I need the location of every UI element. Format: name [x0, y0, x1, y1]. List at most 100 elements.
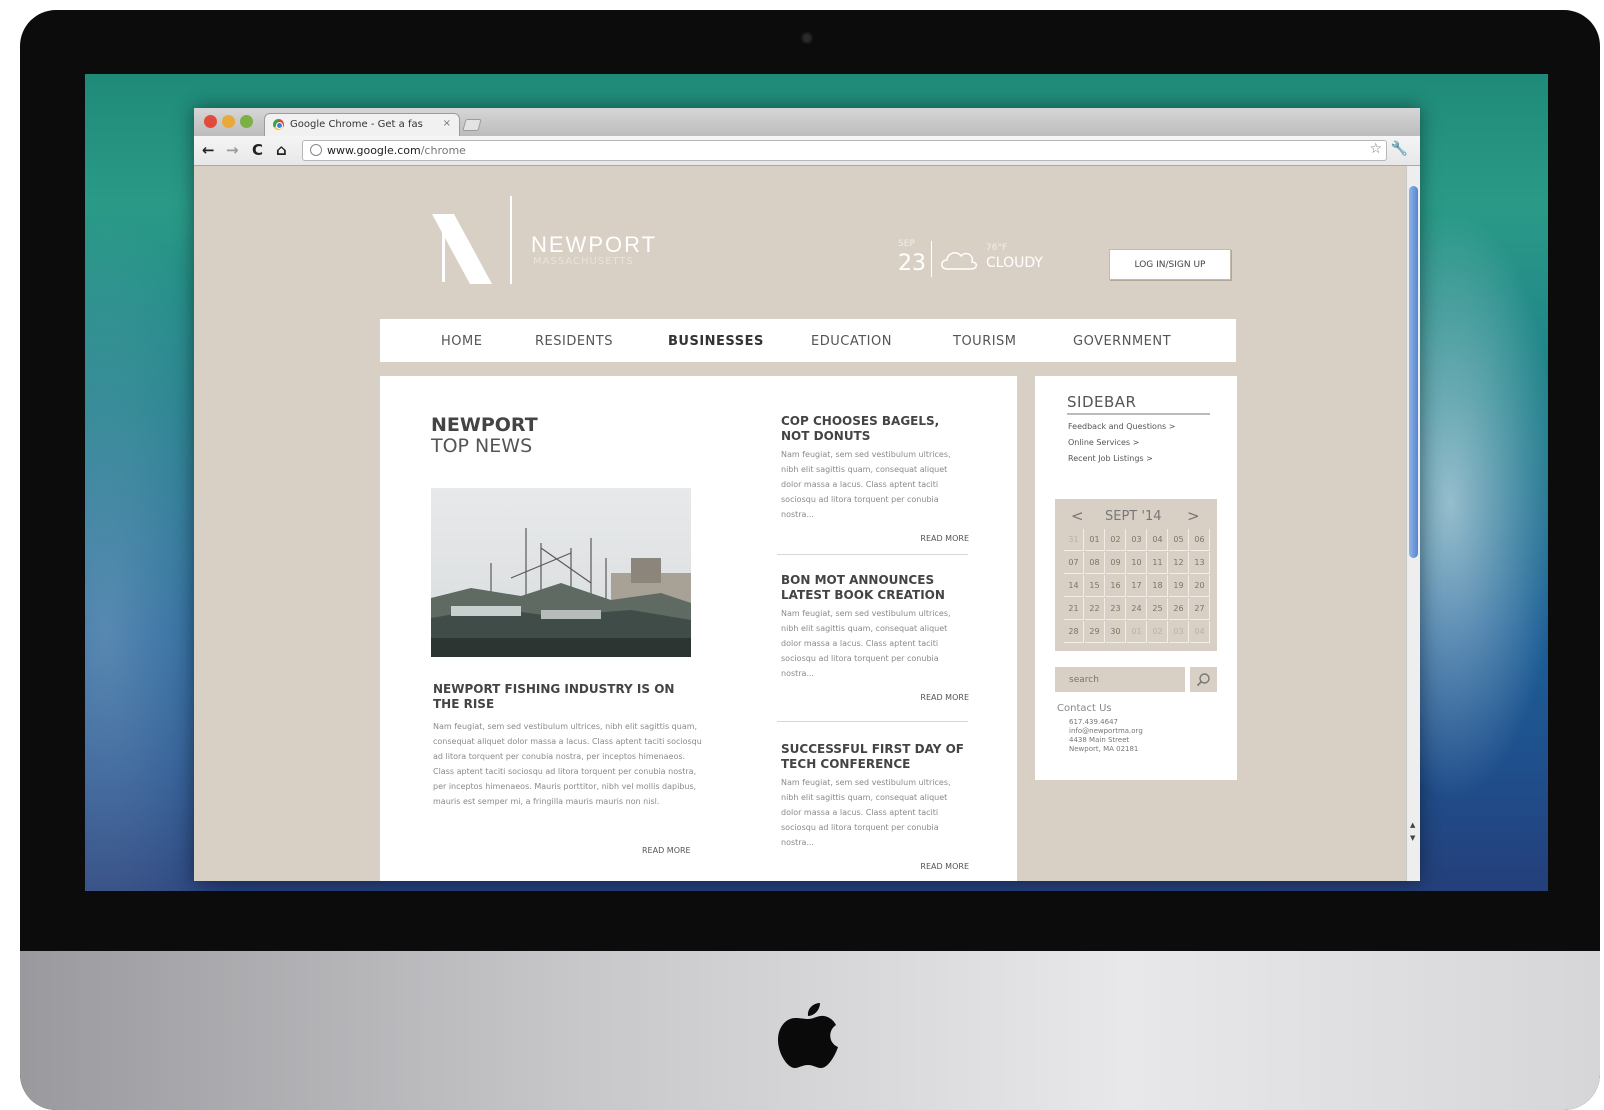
- sidebar-divider: [1067, 413, 1210, 415]
- nav-home[interactable]: HOME: [441, 334, 482, 349]
- calendar-day[interactable]: 18: [1148, 575, 1168, 597]
- sidebar-link-online-services[interactable]: Online Services >: [1068, 438, 1139, 447]
- site-subtitle: MASSACHUSETTS: [533, 256, 634, 267]
- calendar-day[interactable]: 17: [1127, 575, 1147, 597]
- url-path: /chrome: [420, 144, 466, 157]
- story-read-more-link[interactable]: READ MORE: [920, 534, 969, 543]
- tab-title: Google Chrome - Get a fas: [290, 119, 423, 130]
- new-tab-button[interactable]: [462, 119, 482, 131]
- calendar-day[interactable]: 23: [1106, 598, 1126, 620]
- calendar-prev-button[interactable]: <: [1071, 507, 1084, 525]
- calendar-day[interactable]: 12: [1169, 552, 1189, 574]
- calendar-day[interactable]: 16: [1106, 575, 1126, 597]
- sidebar: SIDEBAR Feedback and Questions > Online …: [1035, 376, 1237, 780]
- contact-city: Newport, MA 02181: [1069, 745, 1139, 753]
- calendar-day[interactable]: 25: [1148, 598, 1168, 620]
- nav-tourism[interactable]: TOURISM: [953, 334, 1017, 349]
- story-item: COP CHOOSES BAGELS, NOT DONUTS Nam feugi…: [781, 414, 969, 544]
- url-domain: www.google.com: [327, 144, 421, 157]
- calendar-day[interactable]: 02: [1148, 621, 1168, 643]
- featured-story-title[interactable]: NEWPORT FISHING INDUSTRY IS ON THE RISE: [433, 682, 683, 712]
- fishing-boats-photo[interactable]: [431, 488, 691, 657]
- story-title[interactable]: BON MOT ANNOUNCES LATEST BOOK CREATION: [781, 573, 969, 603]
- calendar-day[interactable]: 04: [1148, 529, 1168, 551]
- desktop-screen: Google Chrome - Get a fas × ← → C ⌂ www.…: [85, 74, 1548, 891]
- login-signup-button[interactable]: LOG IN/SIGN UP: [1109, 249, 1231, 280]
- tab-strip: Google Chrome - Get a fas ×: [194, 108, 1420, 136]
- calendar-day[interactable]: 24: [1127, 598, 1147, 620]
- featured-read-more-link[interactable]: READ MORE: [642, 846, 691, 855]
- story-read-more-link[interactable]: READ MORE: [920, 693, 969, 702]
- news-panel: NEWPORT TOP NEWS NEWPORT FISHING INDUSTR…: [380, 376, 1017, 881]
- scroll-up-arrow-icon[interactable]: ▲: [1410, 821, 1415, 829]
- zoom-window-button[interactable]: [240, 115, 253, 128]
- calendar-day[interactable]: 30: [1106, 621, 1126, 643]
- calendar-day[interactable]: 10: [1127, 552, 1147, 574]
- story-title[interactable]: COP CHOOSES BAGELS, NOT DONUTS: [781, 414, 969, 444]
- calendar-day[interactable]: 07: [1064, 552, 1084, 574]
- calendar-day[interactable]: 19: [1169, 575, 1189, 597]
- calendar-day[interactable]: 26: [1169, 598, 1189, 620]
- calendar-day[interactable]: 06: [1190, 529, 1210, 551]
- nav-residents[interactable]: RESIDENTS: [535, 334, 613, 349]
- calendar-day[interactable]: 22: [1085, 598, 1105, 620]
- search-input[interactable]: [1055, 667, 1185, 692]
- address-bar[interactable]: www.google.com/chrome: [302, 140, 1387, 161]
- story-read-more-link[interactable]: READ MORE: [920, 862, 969, 871]
- contact-email[interactable]: info@newportma.org: [1069, 727, 1143, 735]
- close-window-button[interactable]: [204, 115, 217, 128]
- sidebar-link-feedback[interactable]: Feedback and Questions >: [1068, 422, 1175, 431]
- nav-government[interactable]: GOVERNMENT: [1073, 334, 1171, 349]
- calendar-day[interactable]: 03: [1127, 529, 1147, 551]
- calendar-day[interactable]: 04: [1190, 621, 1210, 643]
- newport-logo-icon: [432, 196, 512, 284]
- calendar-day[interactable]: 02: [1106, 529, 1126, 551]
- vertical-scrollbar[interactable]: ▲ ▼: [1406, 166, 1420, 881]
- minimize-window-button[interactable]: [222, 115, 235, 128]
- tab-close-icon[interactable]: ×: [443, 118, 451, 129]
- nav-businesses[interactable]: BUSINESSES: [668, 334, 764, 349]
- nav-education[interactable]: EDUCATION: [811, 334, 892, 349]
- star-icon[interactable]: ☆: [1369, 141, 1382, 157]
- calendar-day[interactable]: 31: [1064, 529, 1084, 551]
- browser-window: Google Chrome - Get a fas × ← → C ⌂ www.…: [194, 108, 1420, 881]
- scrollbar-thumb[interactable]: [1409, 186, 1418, 558]
- calendar-day[interactable]: 13: [1190, 552, 1210, 574]
- calendar-day[interactable]: 27: [1190, 598, 1210, 620]
- calendar-day[interactable]: 05: [1169, 529, 1189, 551]
- scroll-down-arrow-icon[interactable]: ▼: [1410, 834, 1415, 842]
- search-button[interactable]: [1190, 667, 1217, 692]
- calendar-day[interactable]: 01: [1127, 621, 1147, 643]
- calendar-day[interactable]: 15: [1085, 575, 1105, 597]
- calendar-day[interactable]: 03: [1169, 621, 1189, 643]
- home-icon[interactable]: ⌂: [276, 141, 287, 159]
- browser-tab[interactable]: Google Chrome - Get a fas ×: [264, 113, 460, 136]
- back-icon[interactable]: ←: [202, 141, 215, 159]
- calendar-day[interactable]: 09: [1106, 552, 1126, 574]
- weather-month: SEP: [898, 239, 915, 249]
- calendar-day[interactable]: 28: [1064, 621, 1084, 643]
- site-name: NEWPORT: [531, 232, 658, 257]
- calendar-day[interactable]: 01: [1085, 529, 1105, 551]
- apple-logo-icon: [778, 1003, 838, 1068]
- weather-condition: CLOUDY: [986, 255, 1043, 271]
- calendar-day[interactable]: 11: [1148, 552, 1168, 574]
- reload-icon[interactable]: C: [252, 141, 263, 159]
- calendar-day[interactable]: 29: [1085, 621, 1105, 643]
- chrome-favicon-icon: [273, 119, 284, 130]
- story-body: Nam feugiat, sem sed vestibulum ultrices…: [781, 778, 951, 847]
- imac-frame: Google Chrome - Get a fas × ← → C ⌂ www.…: [20, 10, 1600, 1110]
- contact-street: 4438 Main Street: [1069, 736, 1130, 744]
- calendar-next-button[interactable]: >: [1187, 507, 1200, 525]
- calendar-day[interactable]: 14: [1064, 575, 1084, 597]
- calendar-day[interactable]: 21: [1064, 598, 1084, 620]
- forward-icon[interactable]: →: [226, 141, 239, 159]
- wrench-icon[interactable]: 🔧: [1391, 141, 1408, 157]
- story-title[interactable]: SUCCESSFUL FIRST DAY OF TECH CONFERENCE: [781, 742, 969, 772]
- calendar-day[interactable]: 20: [1190, 575, 1210, 597]
- weather-divider: [931, 241, 932, 277]
- calendar-day[interactable]: 08: [1085, 552, 1105, 574]
- story-body: Nam feugiat, sem sed vestibulum ultrices…: [781, 609, 951, 678]
- sidebar-link-job-listings[interactable]: Recent Job Listings >: [1068, 454, 1153, 463]
- sidebar-title: SIDEBAR: [1067, 393, 1137, 411]
